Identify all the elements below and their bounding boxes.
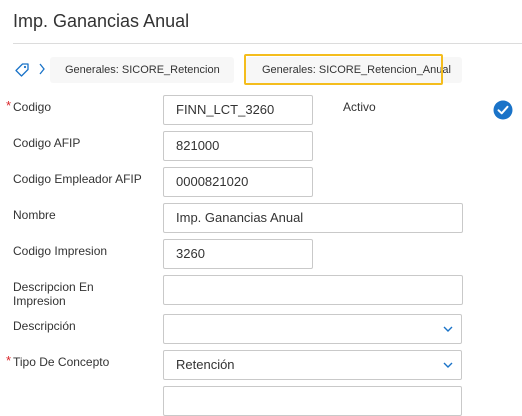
required-marker: * [6, 98, 12, 113]
nombre-field[interactable]: Imp. Ganancias Anual [163, 203, 463, 233]
breadcrumb-highlight [244, 54, 443, 85]
chevron-down-icon[interactable] [443, 361, 453, 369]
tag-icon[interactable] [14, 62, 30, 78]
chevron-down-icon[interactable] [443, 325, 453, 333]
descripcion-en-impresion-field[interactable] [163, 275, 463, 305]
descripcion-label: Descripción [13, 319, 76, 333]
codigo-impresion-field[interactable]: 3260 [163, 239, 313, 269]
required-marker: * [6, 353, 12, 368]
descripcion-en-impresion-label-line1: Descripcion En [13, 280, 94, 294]
nombre-label: Nombre [13, 208, 56, 222]
codigo-label: Codigo [13, 100, 52, 114]
codigo-impresion-label: Codigo Impresion [13, 244, 108, 258]
descripcion-en-impresion-label-line2: Impresion [13, 294, 66, 308]
descripcion-dropdown[interactable] [163, 314, 462, 344]
tipo-de-concepto-label: Tipo De Concepto [13, 355, 110, 369]
tipo-de-concepto-dropdown[interactable]: Retención [163, 350, 462, 380]
chevron-right-icon [39, 63, 45, 75]
codigo-empleador-afip-field[interactable]: 0000821020 [163, 167, 313, 197]
next-field-partial[interactable] [163, 386, 462, 416]
descripcion-en-impresion-label: Descripcion En Impresion [13, 280, 94, 308]
activo-label: Activo [343, 100, 376, 114]
tipo-de-concepto-value: Retención [176, 357, 235, 372]
page-title: Imp. Ganancias Anual [13, 11, 190, 31]
breadcrumb-item-sicore-retencion[interactable]: Generales: SICORE_Retencion [50, 57, 234, 83]
check-circle-icon[interactable] [493, 100, 513, 120]
codigo-field[interactable]: FINN_LCT_3260 [163, 95, 313, 125]
codigo-afip-field[interactable]: 821000 [163, 131, 313, 161]
title-divider [13, 43, 522, 44]
codigo-empleador-afip-label: Codigo Empleador AFIP [13, 172, 142, 186]
codigo-afip-label: Codigo AFIP [13, 136, 81, 150]
